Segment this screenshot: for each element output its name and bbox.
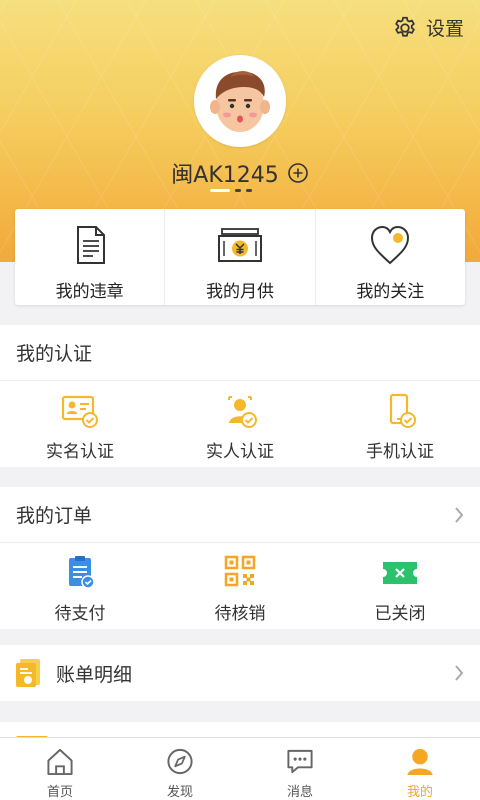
- tab-home-label: 首页: [46, 785, 73, 800]
- page-dot-active: [210, 189, 230, 192]
- page-dot: [235, 189, 241, 192]
- section-title: 我的认证: [16, 343, 93, 365]
- following-button[interactable]: 我的关注: [316, 209, 465, 305]
- bill-detail-row[interactable]: 账单明细: [0, 645, 480, 701]
- compass-icon: [167, 748, 193, 775]
- section-title: 我的订单: [16, 505, 93, 527]
- gear-icon: [395, 16, 415, 37]
- tab-messages-label: 消息: [286, 785, 313, 800]
- face-cert-label: 实人认证: [206, 442, 274, 462]
- orders-title-row[interactable]: 我的订单: [0, 487, 480, 543]
- pending-payment-label: 待支付: [54, 604, 106, 624]
- phone-cert-button[interactable]: 手机认证: [320, 381, 480, 467]
- add-circle-icon[interactable]: [287, 162, 309, 184]
- settings-button[interactable]: 设置: [392, 14, 464, 41]
- bill-detail-label: 账单明细: [56, 663, 133, 686]
- plate-number: 闽AK1245: [171, 163, 279, 188]
- qr-code-icon: [224, 555, 256, 587]
- avatar[interactable]: [194, 55, 286, 147]
- chevron-right-icon: [455, 665, 464, 681]
- orders-section: 我的订单 待支付 待核销 已关闭: [0, 487, 480, 629]
- cartoon-face-icon: [210, 71, 270, 132]
- tab-discover-label: 发现: [166, 785, 193, 800]
- phone-verified-icon: [389, 393, 416, 428]
- pending-verify-label: 待核销: [214, 604, 266, 624]
- pending-verify-button[interactable]: 待核销: [160, 543, 320, 629]
- real-name-cert-label: 实名认证: [46, 442, 114, 462]
- monthly-payment-button[interactable]: 我的月供: [165, 209, 316, 305]
- violations-button[interactable]: 我的违章: [15, 209, 166, 305]
- clipboard-icon: [69, 556, 95, 589]
- id-card-verified-icon: [61, 395, 98, 428]
- tab-home[interactable]: 首页: [0, 738, 120, 800]
- real-name-cert-button[interactable]: 实名认证: [0, 381, 160, 467]
- certification-section: 我的认证 实名认证 实人认证 手机认证: [0, 325, 480, 467]
- certification-title: 我的认证: [0, 325, 480, 381]
- chevron-right-icon: [455, 506, 464, 523]
- closed-orders-label: 已关闭: [374, 604, 426, 624]
- document-icon: [76, 226, 105, 264]
- violations-label: 我的违章: [55, 282, 124, 302]
- chat-icon: [287, 749, 313, 774]
- tab-mine[interactable]: 我的: [360, 738, 480, 800]
- bill-icon: [16, 659, 40, 687]
- face-cert-button[interactable]: 实人认证: [160, 381, 320, 467]
- user-icon: [407, 748, 433, 776]
- pending-payment-button[interactable]: 待支付: [0, 543, 160, 629]
- page-indicator: [210, 189, 252, 192]
- quick-actions-card: 我的违章 我的月供 我的关注: [15, 209, 465, 305]
- money-stack-icon: [217, 228, 262, 262]
- plate-number-row[interactable]: 闽AK1245: [0, 157, 480, 189]
- phone-cert-label: 手机认证: [366, 442, 434, 462]
- closed-orders-button[interactable]: 已关闭: [320, 543, 480, 629]
- order-items: 待支付 待核销 已关闭: [0, 543, 480, 629]
- settings-label: 设置: [425, 18, 464, 40]
- certification-items: 实名认证 实人认证 手机认证: [0, 381, 480, 467]
- following-label: 我的关注: [356, 282, 425, 302]
- tab-messages[interactable]: 消息: [240, 738, 360, 800]
- home-icon: [47, 748, 73, 776]
- tab-discover[interactable]: 发现: [120, 738, 240, 800]
- bottom-tab-bar: 首页 发现 消息 我的: [0, 737, 480, 800]
- tab-mine-label: 我的: [406, 785, 433, 800]
- page-dot: [246, 189, 252, 192]
- person-verified-icon: [228, 396, 257, 428]
- monthly-payment-label: 我的月供: [205, 282, 274, 302]
- ticket-closed-icon: [383, 562, 417, 584]
- heart-icon: [371, 225, 410, 265]
